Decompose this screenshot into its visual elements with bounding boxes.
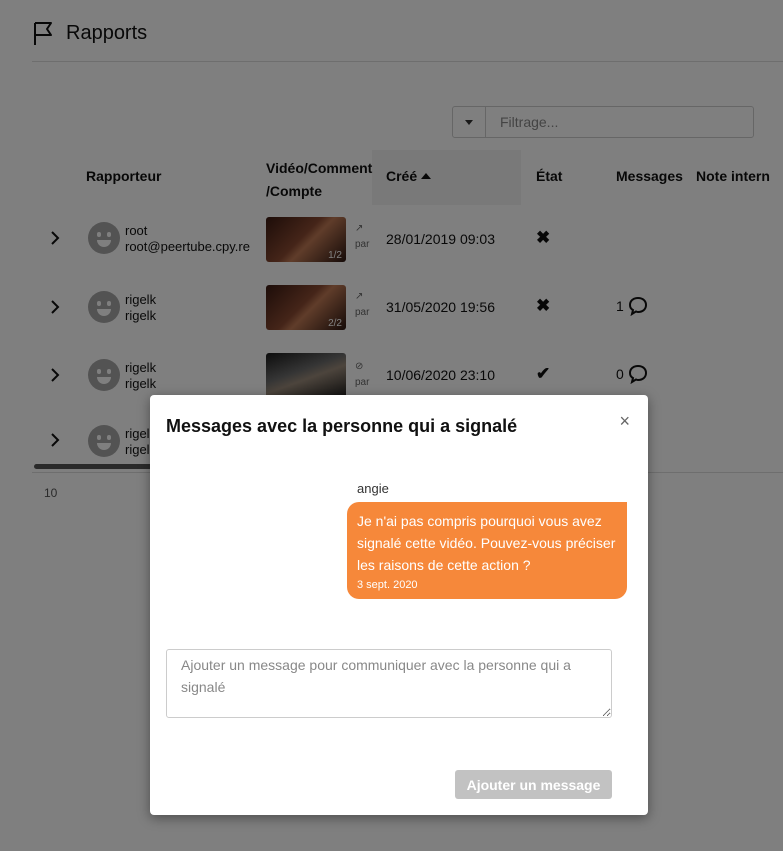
- add-message-button[interactable]: Ajouter un message: [455, 770, 612, 799]
- close-icon[interactable]: ×: [619, 411, 630, 432]
- modal-title: Messages avec la personne qui a signalé: [166, 416, 518, 436]
- message-date: 3 sept. 2020: [357, 579, 418, 591]
- message-input[interactable]: [166, 649, 612, 718]
- message-bubble: Je n'ai pas compris pourquoi vous avez s…: [347, 502, 627, 599]
- messages-modal: Messages avec la personne qui a signalé …: [150, 395, 648, 815]
- message-author: angie: [357, 481, 389, 496]
- message-text: Je n'ai pas compris pourquoi vous avez s…: [357, 513, 616, 573]
